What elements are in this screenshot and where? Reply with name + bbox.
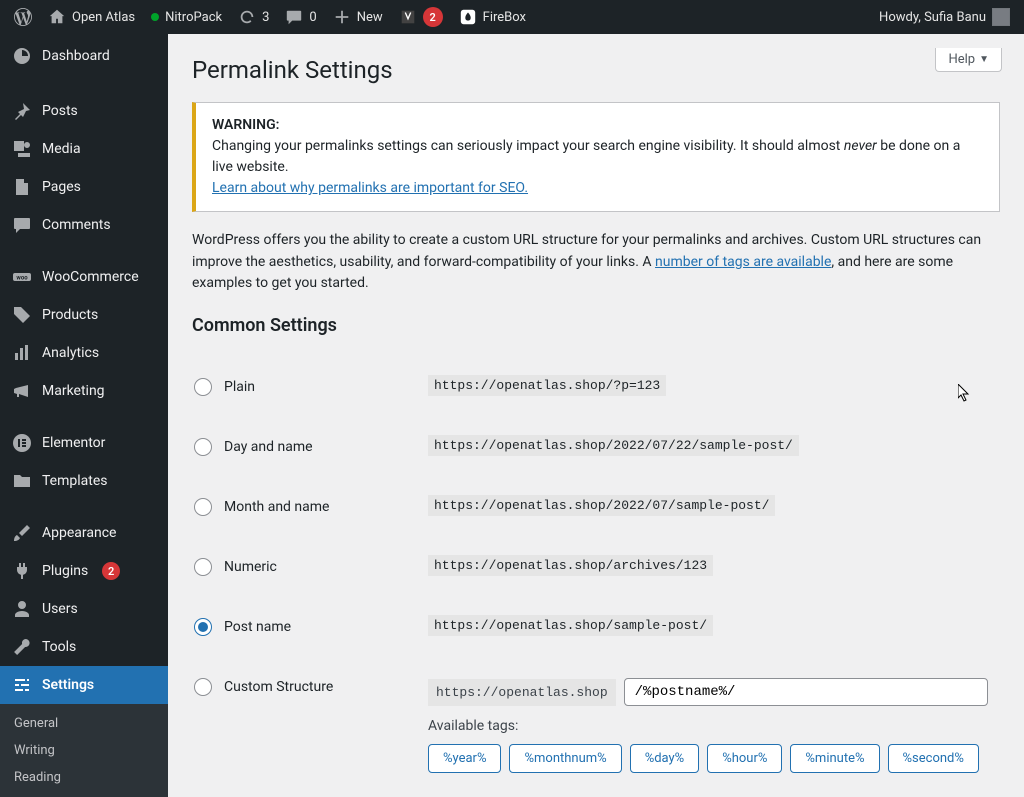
option-plain[interactable]: Plain [194, 378, 416, 396]
custom-prefix: https://openatlas.shop [428, 679, 616, 706]
tag-minute[interactable]: %minute% [790, 744, 879, 773]
refresh-icon [238, 8, 256, 26]
media-icon [12, 139, 32, 159]
menu-analytics[interactable]: Analytics [0, 334, 168, 372]
menu-users[interactable]: Users [0, 590, 168, 628]
tags-available-link[interactable]: number of tags are available [655, 254, 831, 270]
menu-elementor[interactable]: Elementor [0, 424, 168, 462]
help-tab[interactable]: Help ▼ [935, 48, 1002, 72]
radio-custom[interactable] [194, 678, 212, 696]
menu-templates[interactable]: Templates [0, 462, 168, 500]
option-day-name[interactable]: Day and name [194, 438, 416, 456]
warning-heading: WARNING: [212, 117, 279, 133]
tag-year[interactable]: %year% [428, 744, 501, 773]
pin-icon [12, 101, 32, 121]
radio-month-name[interactable] [194, 498, 212, 516]
site-name: Open Atlas [72, 10, 135, 25]
sliders-icon [12, 675, 32, 695]
menu-media[interactable]: Media [0, 130, 168, 168]
site-home[interactable]: Open Atlas [40, 0, 143, 34]
comments-icon [12, 215, 32, 235]
menu-comments[interactable]: Comments [0, 206, 168, 244]
status-dot-icon [151, 13, 159, 21]
page-icon [12, 177, 32, 197]
menu-posts[interactable]: Posts [0, 92, 168, 130]
example-numeric: https://openatlas.shop/archives/123 [428, 555, 713, 576]
menu-woocommerce[interactable]: woo WooCommerce [0, 258, 168, 296]
wp-logo[interactable] [6, 0, 40, 34]
plugins-badge: 2 [102, 562, 120, 580]
firebox-icon [459, 8, 477, 26]
tag-day[interactable]: %day% [630, 744, 700, 773]
comments-item[interactable]: 0 [277, 0, 324, 34]
megaphone-icon [12, 381, 32, 401]
plug-icon [12, 561, 32, 581]
example-plain: https://openatlas.shop/?p=123 [428, 375, 666, 396]
tag-second[interactable]: %second% [888, 744, 979, 773]
common-settings-heading: Common Settings [192, 315, 1000, 336]
comment-icon [285, 8, 303, 26]
howdy-user[interactable]: Howdy, Sufia Banu [875, 0, 1014, 34]
user-icon [12, 599, 32, 619]
radio-post-name[interactable] [194, 618, 212, 636]
folder-icon [12, 471, 32, 491]
submenu-reading[interactable]: Reading [0, 764, 168, 791]
menu-tools[interactable]: Tools [0, 628, 168, 666]
avatar [992, 8, 1010, 26]
menu-pages[interactable]: Pages [0, 168, 168, 206]
menu-dashboard[interactable]: Dashboard [0, 34, 168, 78]
home-icon [48, 8, 66, 26]
radio-numeric[interactable] [194, 558, 212, 576]
menu-products[interactable]: Products [0, 296, 168, 334]
new-item[interactable]: New [325, 0, 391, 34]
yoast-badge: 2 [423, 7, 443, 27]
tag-monthnum[interactable]: %monthnum% [509, 744, 621, 773]
tag-hour[interactable]: %hour% [707, 744, 782, 773]
submenu-writing[interactable]: Writing [0, 737, 168, 764]
settings-submenu: General Writing Reading [0, 704, 168, 797]
example-day-name: https://openatlas.shop/2022/07/22/sample… [428, 435, 799, 456]
menu-marketing[interactable]: Marketing [0, 372, 168, 410]
menu-appearance[interactable]: Appearance [0, 514, 168, 552]
firebox-item[interactable]: FireBox [451, 0, 534, 34]
brush-icon [12, 523, 32, 543]
products-icon [12, 305, 32, 325]
example-post-name: https://openatlas.shop/sample-post/ [428, 615, 713, 636]
custom-structure-input[interactable] [624, 678, 988, 706]
menu-plugins[interactable]: Plugins 2 [0, 552, 168, 590]
option-month-name[interactable]: Month and name [194, 498, 416, 516]
warning-notice: WARNING: Changing your permalinks settin… [192, 102, 1000, 212]
updates-item[interactable]: 3 [230, 0, 277, 34]
warning-seo-link[interactable]: Learn about why permalinks are important… [212, 180, 528, 196]
menu-settings[interactable]: Settings [0, 666, 168, 704]
chevron-down-icon: ▼ [979, 54, 989, 65]
svg-text:woo: woo [16, 275, 28, 282]
intro-text: WordPress offers you the ability to crea… [192, 230, 1000, 295]
option-custom[interactable]: Custom Structure [194, 678, 416, 696]
submenu-general[interactable]: General [0, 710, 168, 737]
option-numeric[interactable]: Numeric [194, 558, 416, 576]
option-post-name[interactable]: Post name [194, 618, 416, 636]
radio-day-name[interactable] [194, 438, 212, 456]
available-tags-label: Available tags: [428, 718, 988, 734]
radio-plain[interactable] [194, 378, 212, 396]
nitropack-item[interactable]: NitroPack [143, 0, 230, 34]
example-month-name: https://openatlas.shop/2022/07/sample-po… [428, 495, 775, 516]
woocommerce-icon: woo [12, 267, 32, 287]
dashboard-icon [12, 46, 32, 66]
page-title: Permalink Settings [192, 56, 1000, 84]
analytics-icon [12, 343, 32, 363]
wrench-icon [12, 637, 32, 657]
plus-icon [333, 8, 351, 26]
elementor-icon [12, 433, 32, 453]
yoast-item[interactable]: 2 [391, 0, 451, 34]
yoast-icon [399, 8, 417, 26]
